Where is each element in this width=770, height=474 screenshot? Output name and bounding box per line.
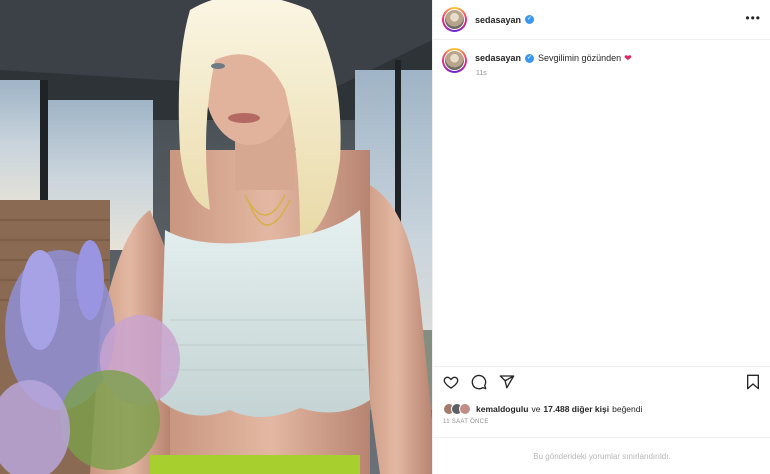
heart-emoji: ❤: [624, 53, 632, 63]
verified-badge-icon: ✓: [525, 15, 535, 24]
more-options-icon[interactable]: •••: [745, 12, 761, 24]
caption-username-link[interactable]: sedasayan: [475, 53, 521, 63]
verified-badge-icon: ✓: [525, 54, 535, 64]
likes-count-link[interactable]: 17.488 diğer kişi: [543, 404, 609, 414]
action-bar: [443, 374, 515, 395]
caption-text: Sevgilimin gözünden: [538, 53, 622, 63]
post-timestamp[interactable]: 11 SAAT ÖNCE: [443, 419, 489, 425]
post-photo[interactable]: [0, 0, 432, 474]
caption: sedasayan ✓ Sevgilimin gözünden ❤: [475, 48, 632, 64]
liker-avatars: [443, 403, 471, 415]
post-header: sedasayan ✓ •••: [433, 0, 770, 40]
heart-icon[interactable]: [443, 374, 459, 395]
caption-avatar[interactable]: [442, 48, 467, 73]
avatar[interactable]: [442, 7, 467, 32]
username-link[interactable]: sedasayan: [475, 15, 521, 25]
post-details-panel: sedasayan ✓ ••• sedasayan ✓ Sevgilimin göz…: [432, 0, 770, 474]
share-icon[interactable]: [499, 374, 515, 395]
divider: [433, 366, 770, 367]
likes-connector: ve: [531, 404, 541, 414]
caption-time-ago[interactable]: 11s: [476, 70, 487, 77]
avatar: [459, 403, 471, 415]
caption-row: sedasayan ✓ Sevgilimin gözünden ❤: [442, 48, 632, 73]
divider: [433, 437, 770, 438]
comment-icon[interactable]: [471, 374, 487, 395]
liker-username-link[interactable]: kemaldogulu: [476, 404, 528, 414]
likes-suffix: beğendi: [612, 404, 643, 414]
bookmark-icon[interactable]: [746, 374, 760, 395]
comments-disabled-notice: Bu gönderideki yorumlar sınırlandırıldı.: [533, 452, 671, 461]
post-image: [0, 0, 432, 474]
likes-summary: kemaldogulu ve 17.488 diğer kişi beğendi: [443, 403, 645, 415]
